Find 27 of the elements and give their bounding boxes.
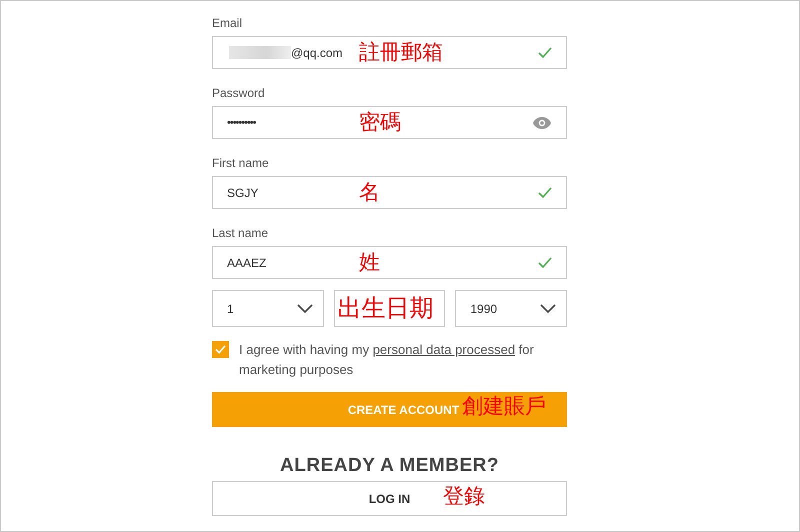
- section-heading: ALREADY A MEMBER?: [280, 455, 499, 477]
- checkbox[interactable]: [212, 341, 229, 358]
- personal-data-link[interactable]: personal data processed: [372, 342, 516, 357]
- dropdown[interactable]: 出生日期: [334, 290, 446, 327]
- redacted-block: [229, 46, 291, 59]
- field-label: Email: [212, 16, 242, 32]
- input-field[interactable]: @qq.com 註冊郵箱: [212, 36, 567, 69]
- tick-icon: [215, 345, 226, 354]
- input-field[interactable]: SGJY 名: [212, 176, 567, 209]
- dropdown[interactable]: 1990: [455, 290, 568, 327]
- annotation-text: 創建賬戶: [462, 396, 546, 417]
- field-label: Last name: [212, 226, 268, 242]
- consent-text: I agree with having my personal data processed for marketing purposes: [239, 341, 535, 379]
- input-field[interactable]: AAAEZ 姓: [212, 246, 567, 279]
- annotation-text: 密碼: [359, 112, 401, 133]
- annotation-text: 名: [359, 182, 380, 203]
- annotation-text: 出生日期: [338, 296, 434, 320]
- eye-icon[interactable]: [532, 116, 552, 130]
- input-field[interactable]: •••••••••• 密碼: [212, 106, 567, 139]
- annotation-text: 姓: [359, 252, 380, 273]
- annotation-text: 註冊郵箱: [359, 42, 443, 63]
- field-label: Password: [212, 86, 265, 102]
- dropdown[interactable]: 1: [212, 290, 324, 327]
- caret-icon: [296, 304, 313, 313]
- caret-icon: [540, 304, 556, 313]
- annotation-text: 登錄: [443, 486, 485, 507]
- field-label: First name: [212, 156, 269, 172]
